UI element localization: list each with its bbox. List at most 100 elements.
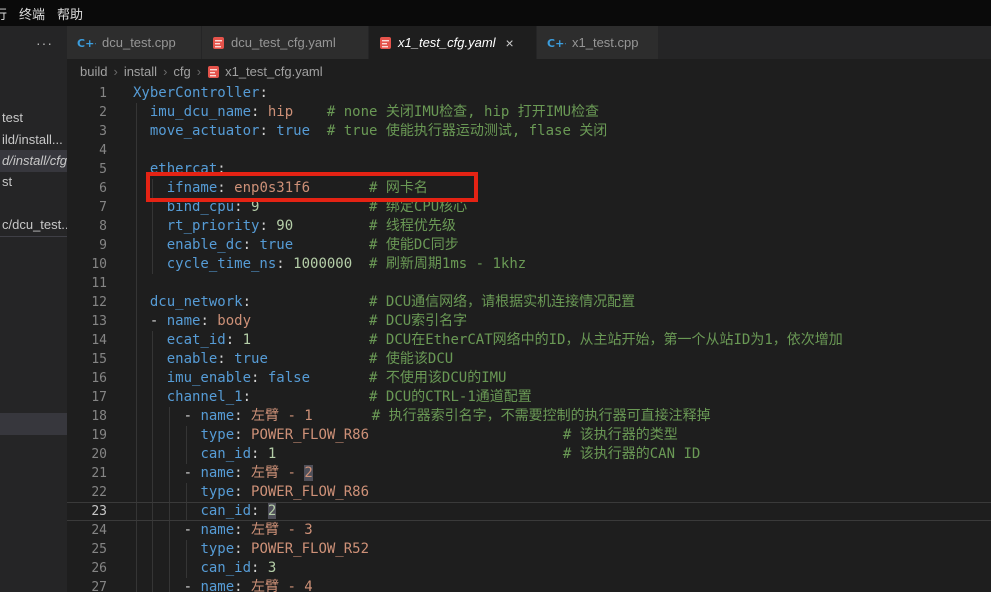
code-text: ethercat: xyxy=(133,160,226,179)
token-c: # 使能DC同步 xyxy=(369,237,459,253)
code-line-9[interactable]: 9 enable_dc: true # 使能DC同步 xyxy=(67,236,991,255)
menu-item-帮助[interactable]: 帮助 xyxy=(57,4,83,23)
code-line-22[interactable]: 22 type: POWER_FLOW_R86 xyxy=(67,483,991,502)
code-line-25[interactable]: 25 type: POWER_FLOW_R52 xyxy=(67,540,991,559)
token-b: true xyxy=(259,237,293,253)
code-text: can_id: 1 # 该执行器的CAN ID xyxy=(133,445,700,464)
code-line-5[interactable]: 5 ethercat: xyxy=(67,160,991,179)
code-text: type: POWER_FLOW_R52 xyxy=(133,540,369,559)
token-p: : xyxy=(234,427,251,443)
token-p xyxy=(251,294,369,310)
code-text: imu_dcu_name: hip # none 关闭IMU检查, hip 打开… xyxy=(133,103,599,122)
code-line-2[interactable]: 2 imu_dcu_name: hip # none 关闭IMU检查, hip … xyxy=(67,103,991,122)
tab-overflow-button[interactable]: ··· xyxy=(0,26,67,59)
tab-x1_test.cpp[interactable]: C++x1_test.cpp xyxy=(537,26,658,59)
yaml-file-icon xyxy=(207,65,220,79)
code-line-15[interactable]: 15 enable: true # 使能该DCU xyxy=(67,350,991,369)
svg-text:C++: C++ xyxy=(547,37,566,49)
menu-item-终端[interactable]: 终端 xyxy=(19,4,45,23)
token-p xyxy=(133,237,167,253)
token-p xyxy=(133,294,150,310)
token-p xyxy=(133,560,200,576)
token-n: 3 xyxy=(268,560,276,576)
code-line-1[interactable]: 1XyberController: xyxy=(67,84,991,103)
code-line-26[interactable]: 26 can_id: 3 xyxy=(67,559,991,578)
code-line-8[interactable]: 8 rt_priority: 90 # 线程优先级 xyxy=(67,217,991,236)
token-p xyxy=(310,123,327,139)
code-line-14[interactable]: 14 ecat_id: 1 # DCU在EtherCAT网络中的ID，从主站开始… xyxy=(67,331,991,350)
code-text: ecat_id: 1 # DCU在EtherCAT网络中的ID，从主站开始，第一… xyxy=(133,331,843,350)
line-number: 23 xyxy=(67,503,107,520)
yaml-file-icon xyxy=(207,65,220,79)
tab-label: dcu_test_cfg.yaml xyxy=(231,35,336,50)
workbench: testild/install...d/install/cfgst c/dcu_t… xyxy=(0,59,991,592)
code-line-21[interactable]: 21 - name: 左臂 - 2 xyxy=(67,464,991,483)
token-k: name xyxy=(200,408,234,424)
code-line-7[interactable]: 7 bind_cpu: 9 # 绑定CPU核心 xyxy=(67,198,991,217)
code-line-13[interactable]: 13 - name: body # DCU索引名字 xyxy=(67,312,991,331)
line-number: 6 xyxy=(67,179,107,198)
code-line-3[interactable]: 3 move_actuator: true # true 使能执行器运动测试, … xyxy=(67,122,991,141)
breadcrumb[interactable]: build›install›cfg›x1_test_cfg.yaml xyxy=(67,59,991,84)
tab-dcu_test_cfg.yaml[interactable]: dcu_test_cfg.yaml xyxy=(202,26,368,59)
token-s: 左臂 - 1 xyxy=(251,408,313,424)
code-line-11[interactable]: 11 xyxy=(67,274,991,293)
token-k: can_id xyxy=(200,446,251,462)
token-k: channel_1 xyxy=(167,389,243,405)
code-line-6[interactable]: 6 ifname: enp0s31f6 # 网卡名 xyxy=(67,179,991,198)
indent-guide xyxy=(136,274,137,293)
indent-guide xyxy=(136,141,137,160)
token-p xyxy=(133,503,200,519)
code-text: enable_dc: true # 使能DC同步 xyxy=(133,236,459,255)
token-k: name xyxy=(167,313,201,329)
code-text: channel_1: # DCU的CTRL-1通道配置 xyxy=(133,388,532,407)
menu-item-行[interactable]: 行 xyxy=(0,4,7,23)
code-line-18[interactable]: 18 - name: 左臂 - 1 # 执行器索引名字，不需要控制的执行器可直接… xyxy=(67,407,991,426)
token-p xyxy=(310,180,369,196)
code-line-24[interactable]: 24 - name: 左臂 - 3 xyxy=(67,521,991,540)
token-p: : xyxy=(234,199,251,215)
line-number: 21 xyxy=(67,464,107,483)
token-p: - xyxy=(133,313,167,329)
token-k: name xyxy=(200,522,234,538)
sidebar-list-item[interactable]: d/install/cfg xyxy=(0,150,67,172)
token-k: enable xyxy=(167,351,218,367)
breadcrumb-item-build[interactable]: build xyxy=(80,64,107,79)
code-line-17[interactable]: 17 channel_1: # DCU的CTRL-1通道配置 xyxy=(67,388,991,407)
code-line-10[interactable]: 10 cycle_time_ns: 1000000 # 刷新周期1ms - 1k… xyxy=(67,255,991,274)
breadcrumb-item-cfg[interactable]: cfg xyxy=(173,64,190,79)
yaml-file-icon xyxy=(379,36,392,50)
tab-dcu_test.cpp[interactable]: C++dcu_test.cpp xyxy=(67,26,201,59)
sidebar-list-item[interactable]: c/dcu_test... xyxy=(0,215,67,235)
code-line-20[interactable]: 20 can_id: 1 # 该执行器的CAN ID xyxy=(67,445,991,464)
code-line-27[interactable]: 27 - name: 左臂 - 4 xyxy=(67,578,991,592)
token-p xyxy=(133,218,167,234)
breadcrumb-item-install[interactable]: install xyxy=(124,64,157,79)
token-k: ethercat xyxy=(150,161,217,177)
token-nh: 2 xyxy=(268,503,276,519)
sidebar-list-item[interactable] xyxy=(0,413,67,435)
breadcrumb-file[interactable]: x1_test_cfg.yaml xyxy=(207,64,323,79)
code-line-16[interactable]: 16 imu_enable: false # 不使用该DCU的IMU xyxy=(67,369,991,388)
token-c: # 使能该DCU xyxy=(369,351,453,367)
token-p xyxy=(133,161,150,177)
sidebar-list-item[interactable]: st xyxy=(0,172,67,192)
cpp-file-icon: C++ xyxy=(77,37,96,49)
token-p: : xyxy=(234,484,251,500)
close-tab-icon[interactable]: × xyxy=(506,36,514,50)
code-line-19[interactable]: 19 type: POWER_FLOW_R86 # 该执行器的类型 xyxy=(67,426,991,445)
token-p xyxy=(133,427,200,443)
token-b: true xyxy=(234,351,268,367)
token-p: : xyxy=(251,503,268,519)
code-area[interactable]: 1XyberController:2 imu_dcu_name: hip # n… xyxy=(67,84,991,592)
sidebar-list-item[interactable]: test xyxy=(0,108,67,128)
token-k: ifname xyxy=(167,180,218,196)
code-line-4[interactable]: 4 xyxy=(67,141,991,160)
token-k: dcu_network xyxy=(150,294,243,310)
sidebar-list-item[interactable]: ild/install... xyxy=(0,130,67,150)
token-p xyxy=(293,237,369,253)
code-line-12[interactable]: 12 dcu_network: # DCU通信网络，请根据实机连接情况配置 xyxy=(67,293,991,312)
tab-x1_test_cfg.yaml[interactable]: x1_test_cfg.yaml× xyxy=(369,26,536,59)
code-line-23[interactable]: 23 can_id: 2 xyxy=(67,502,991,521)
token-p xyxy=(133,541,200,557)
